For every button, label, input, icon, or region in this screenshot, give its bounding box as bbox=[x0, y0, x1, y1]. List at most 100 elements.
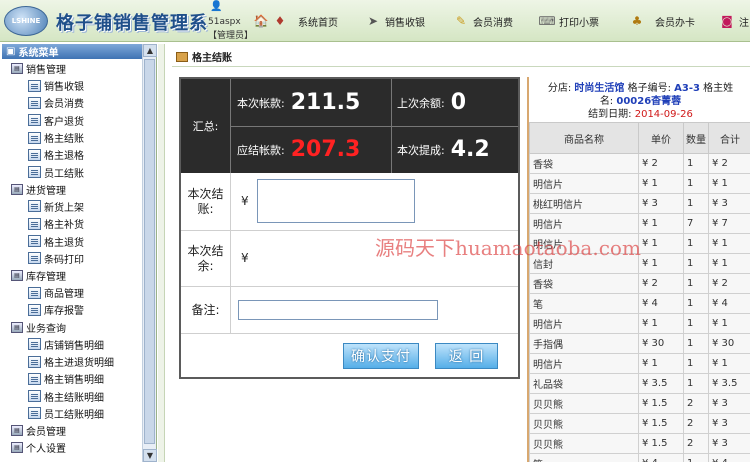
sidebar-group[interactable]: ▤ 个人设置 bbox=[2, 439, 141, 456]
nav-member-consume-label: 会员消费 bbox=[473, 17, 513, 29]
sidebar-item[interactable]: 商品管理 bbox=[2, 284, 141, 301]
sidebar-item[interactable]: 格主退货 bbox=[2, 232, 141, 249]
sidebar-item[interactable]: 格主补货 bbox=[2, 215, 141, 232]
sidebar-group[interactable]: ▤ 销售管理 bbox=[2, 60, 141, 77]
sidebar-group[interactable]: ▤ 会员管理 bbox=[2, 422, 141, 439]
item-name-cell: 香袋 bbox=[529, 153, 639, 174]
member-consume-icon: ✎ bbox=[455, 14, 467, 28]
table-row: 手指偶 ¥ 30 1 ¥ 30 bbox=[529, 333, 750, 354]
col-price-header: 单价 bbox=[638, 122, 684, 154]
table-row: 贝贝熊 ¥ 1.5 2 ¥ 3 bbox=[529, 393, 750, 414]
document-icon bbox=[28, 96, 41, 109]
table-row: 笔¥ 41¥ 4 bbox=[529, 293, 750, 314]
document-icon bbox=[28, 303, 41, 316]
sidebar-item[interactable]: 店铺销售明细 bbox=[2, 336, 141, 353]
confirm-pay-button[interactable]: 确认支付 bbox=[343, 343, 419, 369]
sidebar-item[interactable]: 客户退货 bbox=[2, 112, 141, 129]
sidebar-item-label: 员工结账 bbox=[44, 168, 84, 180]
nav-print-link[interactable]: ⌨ 打印小票 bbox=[538, 12, 599, 30]
subtotal-cell: ¥ 7 bbox=[708, 213, 750, 234]
sidebar-item[interactable]: 会员消费 bbox=[2, 94, 141, 111]
nav-member-consume-link[interactable]: ✎ 会员消费 bbox=[454, 12, 513, 30]
scroll-up-icon[interactable]: ▲ bbox=[143, 44, 157, 57]
table-row: 笔¥ 41¥ 4 bbox=[529, 453, 750, 462]
nav-member-card-link[interactable]: ♣ 会员办卡 bbox=[630, 12, 695, 30]
sidebar-item[interactable]: 销售收银 bbox=[2, 77, 141, 94]
nav-print-label: 打印小票 bbox=[559, 17, 599, 29]
unit-price-cell: ¥ 3.5 bbox=[638, 373, 684, 394]
menu-icon: ▣ bbox=[6, 46, 16, 57]
scroll-thumb[interactable] bbox=[144, 59, 155, 444]
sidebar-item-label: 商品管理 bbox=[44, 289, 84, 301]
logo-text: LSHINE bbox=[11, 17, 41, 25]
sidebar-item-label: 员工结账明细 bbox=[44, 409, 104, 421]
quantity-cell: 1 bbox=[683, 313, 709, 334]
back-button[interactable]: 返 回 bbox=[435, 343, 498, 369]
note-input[interactable] bbox=[238, 300, 438, 320]
sidebar-item[interactable]: 员工结账 bbox=[2, 163, 141, 180]
subtotal-cell: ¥ 2 bbox=[708, 273, 750, 294]
item-name-cell: 贝贝熊 bbox=[529, 433, 639, 454]
last-balance-cell: 上次余额: 0 bbox=[391, 79, 518, 126]
sidebar-group[interactable]: ▤ 业务查询 bbox=[2, 319, 141, 336]
grid-no-value: A3-3 bbox=[674, 83, 700, 94]
sidebar-item[interactable]: 新货上架 bbox=[2, 198, 141, 215]
sidebar-item[interactable]: 条码打印 bbox=[2, 250, 141, 267]
nav-logout-link[interactable]: ◙ 注 bbox=[720, 12, 749, 30]
cash-register-icon: ➤ bbox=[367, 14, 379, 28]
unit-price-cell: ¥ 1 bbox=[638, 173, 684, 194]
branch-label: 分店: bbox=[547, 83, 572, 94]
sidebar-item[interactable]: 格主销售明细 bbox=[2, 370, 141, 387]
col-qty-header: 数量 bbox=[683, 122, 709, 154]
sidebar-item[interactable]: 员工结账明细 bbox=[2, 405, 141, 422]
item-name-cell: 笔 bbox=[529, 293, 639, 314]
sidebar-scrollbar[interactable]: ▲ ▼ bbox=[142, 44, 157, 462]
sidebar-item[interactable]: 格主结账 bbox=[2, 129, 141, 146]
nav-home-link[interactable]: 🏠 ♦ 系统首页 bbox=[254, 12, 338, 30]
sidebar-item[interactable]: 库存报警 bbox=[2, 301, 141, 318]
quantity-cell: 1 bbox=[683, 233, 709, 254]
quantity-cell: 1 bbox=[683, 353, 709, 374]
settle-amount-input[interactable] bbox=[257, 179, 415, 223]
receipt-body: 香袋 ¥ 2 1 ¥ 2 明信片 ¥ 1 1 ¥ 1 桃红明信片 ¥ 3 1 ¥ 3 明信片 ¥ 1 7 ¥ … bbox=[529, 153, 750, 462]
nav-member-card-label: 会员办卡 bbox=[655, 17, 695, 29]
menu-tree: ▤ 销售管理 销售收银 会员消费 客户退货 格主结账 格主退格员工结账 ▤ 进货管理 新货上架格主… bbox=[2, 60, 141, 456]
grid-no-label: 格子编号: bbox=[627, 83, 671, 94]
subtotal-cell: ¥ 3 bbox=[708, 193, 750, 214]
scroll-down-icon[interactable]: ▼ bbox=[143, 449, 157, 462]
sidebar-group[interactable]: ▤ 库存管理 bbox=[2, 267, 141, 284]
sidebar-group-label: 进货管理 bbox=[26, 185, 66, 197]
item-name-cell: 桃红明信片 bbox=[529, 193, 639, 214]
sidebar-group[interactable]: ▤ 进货管理 bbox=[2, 181, 141, 198]
breadcrumb-divider bbox=[172, 66, 750, 67]
app-title: 格子铺销售管理系 bbox=[56, 13, 208, 34]
sidebar-item[interactable]: 格主结账明细 bbox=[2, 387, 141, 404]
unit-price-cell: ¥ 4 bbox=[638, 453, 684, 462]
commission-label: 本次提成: bbox=[397, 143, 445, 157]
sidebar-item-label: 格主退货 bbox=[44, 237, 84, 249]
sidebar-item[interactable]: 格主退格 bbox=[2, 146, 141, 163]
unit-price-cell: ¥ 4 bbox=[638, 293, 684, 314]
nav-cashier-link[interactable]: ➤ 销售收银 bbox=[366, 12, 425, 30]
sidebar-item-label: 格主补货 bbox=[44, 220, 84, 232]
unit-price-cell: ¥ 3 bbox=[638, 193, 684, 214]
quantity-cell: 1 bbox=[683, 273, 709, 294]
quantity-cell: 1 bbox=[683, 333, 709, 354]
sidebar-splitter[interactable] bbox=[158, 44, 165, 462]
quantity-cell: 2 bbox=[683, 393, 709, 414]
remain-currency: ¥ bbox=[241, 251, 249, 265]
receipt-items-table: 商品名称 单价 数量 合计 香袋 ¥ 2 1 ¥ 2 明信片 ¥ 1 1 ¥ 1 桃红明信片 ¥ … bbox=[529, 122, 750, 462]
sidebar-item-label: 店铺销售明细 bbox=[44, 340, 104, 352]
table-row: 贝贝熊 ¥ 1.5 2 ¥ 3 bbox=[529, 433, 750, 454]
subtotal-cell: ¥ 30 bbox=[708, 333, 750, 354]
note-row: 备注: bbox=[181, 287, 518, 334]
sidebar-item-label: 库存报警 bbox=[44, 306, 84, 318]
sidebar-item[interactable]: 格主进退货明细 bbox=[2, 353, 141, 370]
quantity-cell: 2 bbox=[683, 433, 709, 454]
payable-label: 应结帐款: bbox=[237, 143, 285, 157]
app-logo: LSHINE bbox=[4, 6, 48, 36]
sidebar-group-label: 销售管理 bbox=[26, 65, 66, 76]
unit-price-cell: ¥ 1 bbox=[638, 353, 684, 374]
unit-price-cell: ¥ 1.5 bbox=[638, 393, 684, 414]
sidebar-item-label: 格主结账明细 bbox=[44, 392, 104, 404]
